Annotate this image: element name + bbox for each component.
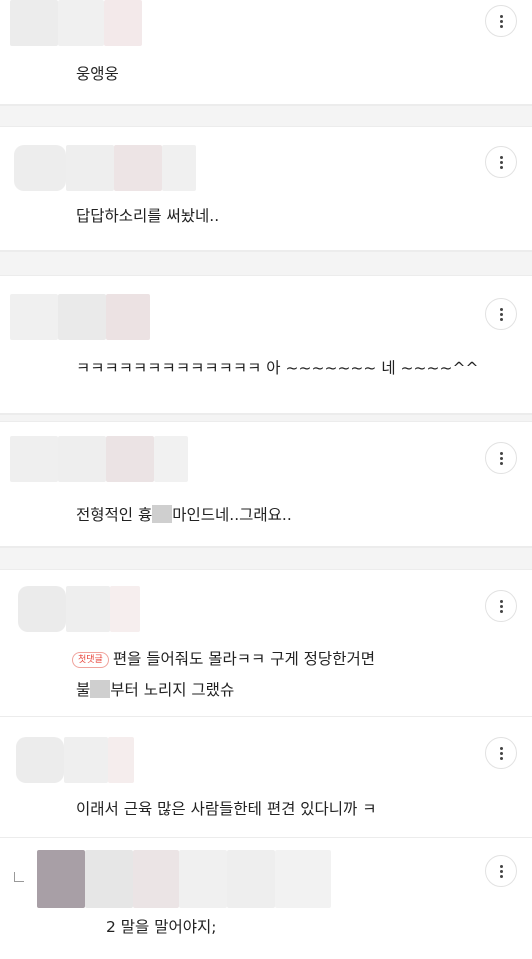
author-name-blurred [66, 145, 114, 191]
comment-text-line1: 편을 들어줘도 몰라ㅋㅋ 구게 정당한거면 [112, 650, 375, 668]
comment-text-line2-after: 부터 노리지 그랬슈 [110, 681, 235, 699]
more-options-button[interactable] [485, 737, 517, 769]
author-avatar-blurred [10, 436, 58, 482]
author-name-blurred [179, 850, 227, 908]
author-name-blurred [106, 294, 150, 340]
redacted-word [152, 505, 173, 523]
comment-text-before: 전형적인 흉 [76, 506, 153, 524]
author-avatar-blurred [18, 586, 66, 632]
author-name-blurred [104, 0, 142, 46]
author-name-blurred [275, 850, 331, 908]
comment-text: 답답하소리를 써놨네.. [76, 207, 220, 225]
comment-text: 웅앵웅 [76, 65, 119, 83]
more-options-button[interactable] [485, 442, 517, 474]
comment-text: 불 부터 노리지 그랬슈 [76, 679, 234, 701]
author-avatar-blurred [37, 850, 85, 908]
author-name-blurred [58, 436, 106, 482]
first-comment-badge: 첫댓글 [72, 652, 109, 668]
vertical-ellipsis-icon [499, 864, 503, 878]
vertical-ellipsis-icon [499, 746, 503, 760]
author-avatar-blurred [10, 294, 58, 340]
author-name-blurred [110, 586, 140, 632]
reply-arrow-icon [14, 872, 24, 882]
comment-item: 첫댓글 편을 들어줘도 몰라ㅋㅋ 구게 정당한거면 불 부터 노리지 그랬슈 [0, 570, 532, 716]
comment-text-line2-before: 불 [76, 681, 91, 699]
comment-item: 웅앵웅 [0, 0, 532, 104]
author-name-blurred [133, 850, 179, 908]
author-name-blurred [58, 0, 104, 46]
comment-text: 전형적인 흉 마인드네..그래요.. [76, 504, 292, 526]
comment-text-after: 마인드네..그래요.. [172, 506, 292, 524]
vertical-ellipsis-icon [499, 155, 503, 169]
author-name-blurred [85, 850, 133, 908]
comment-text: 2 말을 말어야지; [106, 918, 217, 936]
comment-text: ㅋㅋㅋㅋㅋㅋㅋㅋㅋㅋㅋㅋㅋ 아 ~~~~~~~ 네 ~~~~^^ [76, 359, 479, 377]
comment-item: 전형적인 흉 마인드네..그래요.. [0, 422, 532, 546]
author-name-blurred [162, 145, 196, 191]
comment-item: 이래서 근육 많은 사람들한테 편견 있다니까 ㅋ [0, 717, 532, 837]
author-name-blurred [108, 737, 134, 783]
author-name-blurred [114, 145, 162, 191]
author-name-blurred [106, 436, 154, 482]
author-avatar-blurred [10, 0, 58, 46]
more-options-button[interactable] [485, 146, 517, 178]
comment-item: ㅋㅋㅋㅋㅋㅋㅋㅋㅋㅋㅋㅋㅋ 아 ~~~~~~~ 네 ~~~~^^ [0, 276, 532, 413]
author-name-blurred [58, 294, 106, 340]
redacted-word [90, 680, 111, 698]
reply-item: 2 말을 말어야지; [0, 838, 532, 959]
more-options-button[interactable] [485, 298, 517, 330]
author-name-blurred [66, 586, 110, 632]
vertical-ellipsis-icon [499, 14, 503, 28]
more-options-button[interactable] [485, 5, 517, 37]
more-options-button[interactable] [485, 590, 517, 622]
comment-item: 답답하소리를 써놨네.. [0, 127, 532, 250]
vertical-ellipsis-icon [499, 599, 503, 613]
author-name-blurred [154, 436, 188, 482]
comment-text: 이래서 근육 많은 사람들한테 편견 있다니까 ㅋ [76, 800, 377, 818]
author-name-blurred [227, 850, 275, 908]
comment-text: 첫댓글 편을 들어줘도 몰라ㅋㅋ 구게 정당한거면 [72, 648, 375, 670]
author-name-blurred [64, 737, 108, 783]
author-avatar-blurred [14, 145, 66, 191]
more-options-button[interactable] [485, 855, 517, 887]
vertical-ellipsis-icon [499, 307, 503, 321]
vertical-ellipsis-icon [499, 451, 503, 465]
author-avatar-blurred [16, 737, 64, 783]
